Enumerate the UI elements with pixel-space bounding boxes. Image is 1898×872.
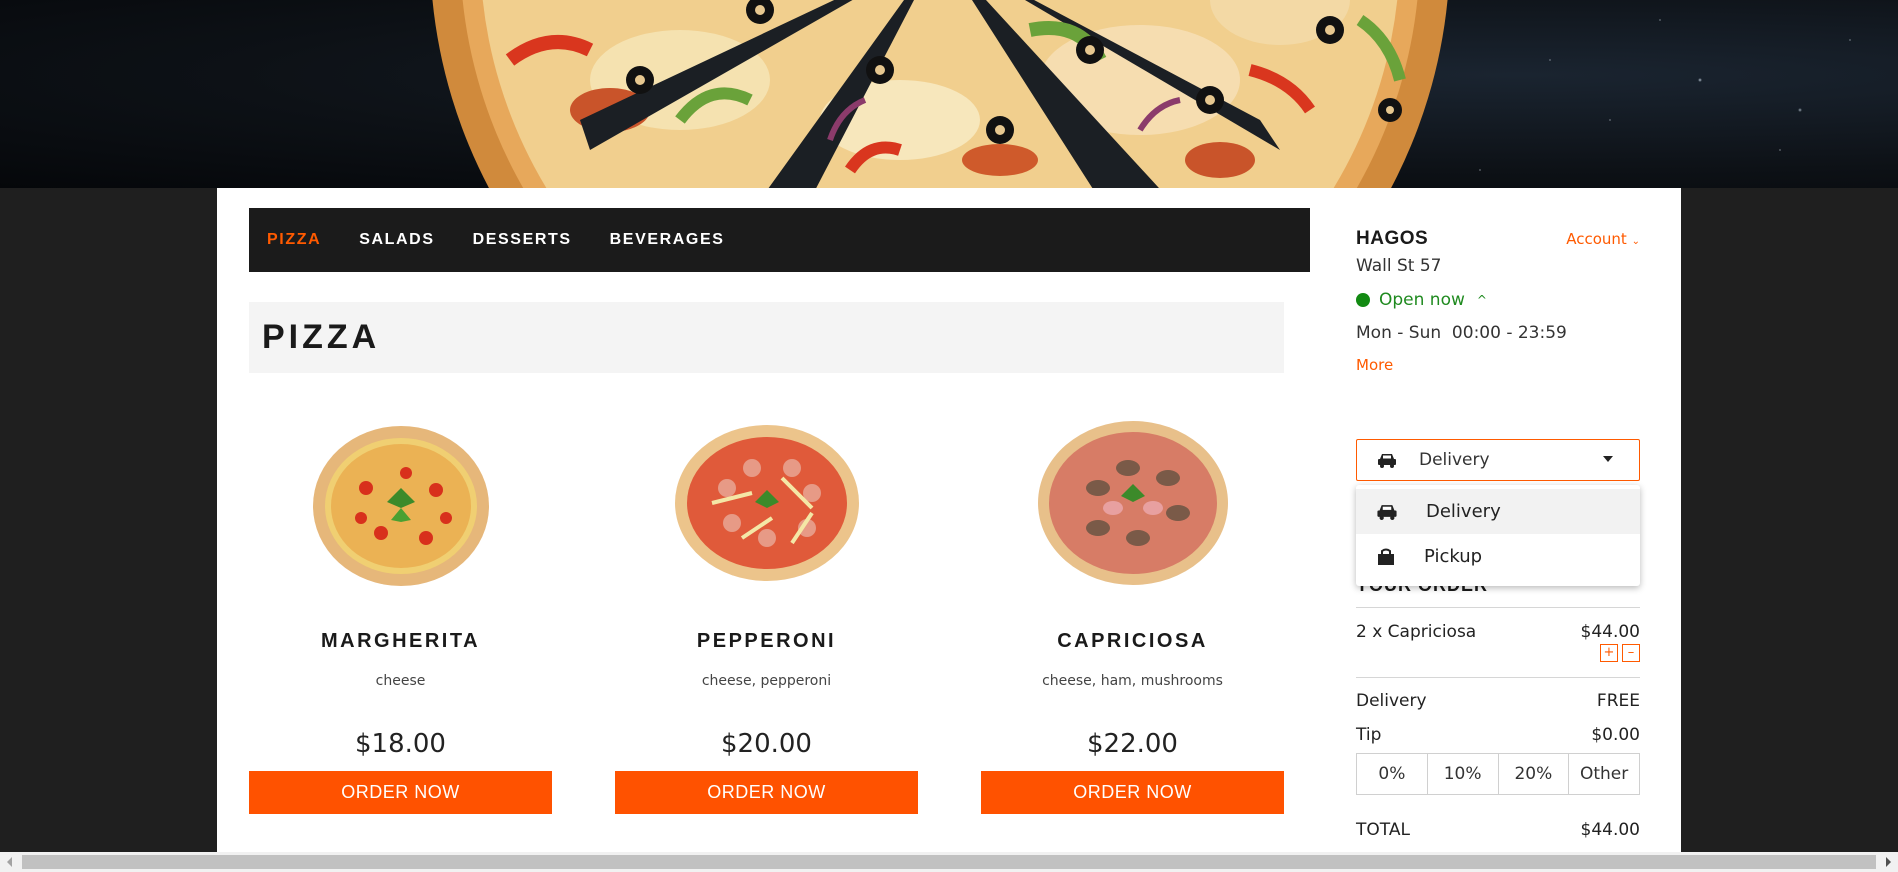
divider — [1356, 677, 1640, 678]
option-label: Pickup — [1424, 546, 1483, 567]
product-card: PEPPERONI cheese, pepperoni $20.00 ORDER… — [615, 418, 918, 814]
order-item-label: 2 x Capriciosa — [1356, 622, 1477, 642]
horizontal-scrollbar[interactable] — [0, 852, 1898, 872]
store-name: HAGOS — [1356, 228, 1429, 249]
order-type-option-delivery[interactable]: Delivery — [1356, 489, 1640, 534]
product-price: $20.00 — [721, 729, 812, 759]
caret-down-icon — [1603, 456, 1613, 462]
order-type-dropdown: Delivery Pickup — [1356, 485, 1640, 586]
order-line-item: 2 x Capriciosa $44.00 — [1356, 622, 1640, 642]
hero-banner — [0, 0, 1898, 188]
tab-desserts[interactable]: DESSERTS — [473, 231, 572, 249]
tip-label: Tip — [1356, 725, 1382, 745]
order-now-button[interactable]: ORDER NOW — [615, 771, 918, 814]
chevron-down-icon: ⌄ — [1631, 236, 1640, 247]
scroll-right-arrow-icon[interactable] — [1886, 857, 1891, 867]
product-name: MARGHERITA — [320, 630, 481, 652]
car-icon — [1377, 505, 1397, 520]
option-label: Delivery — [1426, 501, 1501, 522]
open-status-label: Open now — [1379, 290, 1465, 310]
product-card: MARGHERITA cheese $18.00 ORDER NOW — [249, 418, 552, 814]
order-type-value: Delivery — [1419, 450, 1490, 470]
tip-row: Tip $0.00 — [1356, 725, 1640, 745]
delivery-label: Delivery — [1356, 691, 1427, 711]
chevron-up-icon: ^ — [1476, 293, 1487, 307]
product-image[interactable] — [981, 418, 1284, 588]
more-link[interactable]: More — [1356, 356, 1393, 374]
tab-beverages[interactable]: BEVERAGES — [610, 231, 725, 249]
product-image[interactable] — [249, 418, 552, 588]
product-card: CAPRICIOSA cheese, ham, mushrooms $22.00… — [981, 418, 1284, 814]
order-type-option-pickup[interactable]: Pickup — [1356, 534, 1640, 579]
delivery-row: Delivery FREE — [1356, 691, 1640, 711]
total-amount: $44.00 — [1580, 820, 1640, 840]
tip-option-other[interactable]: Other — [1569, 754, 1639, 794]
product-description: cheese — [375, 673, 426, 689]
total-label: TOTAL — [1356, 820, 1410, 840]
product-name: PEPPERONI — [696, 630, 837, 652]
increase-quantity-button[interactable]: + — [1600, 644, 1618, 662]
product-price: $18.00 — [355, 729, 446, 759]
tip-option-0[interactable]: 0% — [1357, 754, 1428, 794]
tip-option-10[interactable]: 10% — [1428, 754, 1499, 794]
store-address: Wall St 57 — [1356, 256, 1442, 276]
product-image[interactable] — [615, 418, 918, 588]
account-label: Account — [1566, 230, 1627, 248]
car-icon — [1378, 454, 1396, 468]
tip-amount: $0.00 — [1591, 725, 1640, 745]
section-title: PIZZA — [249, 302, 1284, 373]
product-description: cheese, ham, mushrooms — [1042, 673, 1223, 689]
order-now-button[interactable]: ORDER NOW — [981, 771, 1284, 814]
open-status-toggle[interactable]: Open now ^ — [1356, 290, 1487, 310]
divider — [1356, 607, 1640, 608]
bag-icon — [1378, 548, 1394, 565]
tab-pizza[interactable]: PIZZA — [267, 231, 321, 249]
order-type-select[interactable]: Delivery — [1356, 439, 1640, 481]
pepperoni-pizza-image — [674, 425, 859, 581]
category-nav: PIZZA SALADS DESSERTS BEVERAGES — [249, 208, 1310, 272]
hero-pizza-image — [432, 0, 1448, 188]
opening-hours: Mon - Sun 00:00 - 23:59 — [1356, 323, 1567, 343]
scrollbar-thumb[interactable] — [22, 855, 1876, 869]
total-row: TOTAL $44.00 — [1356, 820, 1640, 840]
product-description: cheese, pepperoni — [701, 673, 832, 689]
capriciosa-pizza-image — [1037, 421, 1228, 585]
product-name: CAPRICIOSA — [1057, 630, 1208, 652]
menu-panel: PIZZA SALADS DESSERTS BEVERAGES PIZZA MA… — [217, 188, 1681, 852]
tab-salads[interactable]: SALADS — [359, 231, 434, 249]
tip-option-20[interactable]: 20% — [1499, 754, 1570, 794]
scroll-left-arrow-icon[interactable] — [7, 857, 12, 867]
status-dot-icon — [1356, 293, 1370, 307]
decrease-quantity-button[interactable]: – — [1622, 644, 1640, 662]
order-now-button[interactable]: ORDER NOW — [249, 771, 552, 814]
order-item-price: $44.00 — [1580, 622, 1640, 642]
account-menu[interactable]: Account ⌄ — [1566, 230, 1640, 248]
margherita-pizza-image — [312, 426, 489, 586]
product-price: $22.00 — [1087, 729, 1178, 759]
delivery-fee: FREE — [1596, 691, 1640, 711]
tip-options: 0% 10% 20% Other — [1356, 753, 1640, 795]
